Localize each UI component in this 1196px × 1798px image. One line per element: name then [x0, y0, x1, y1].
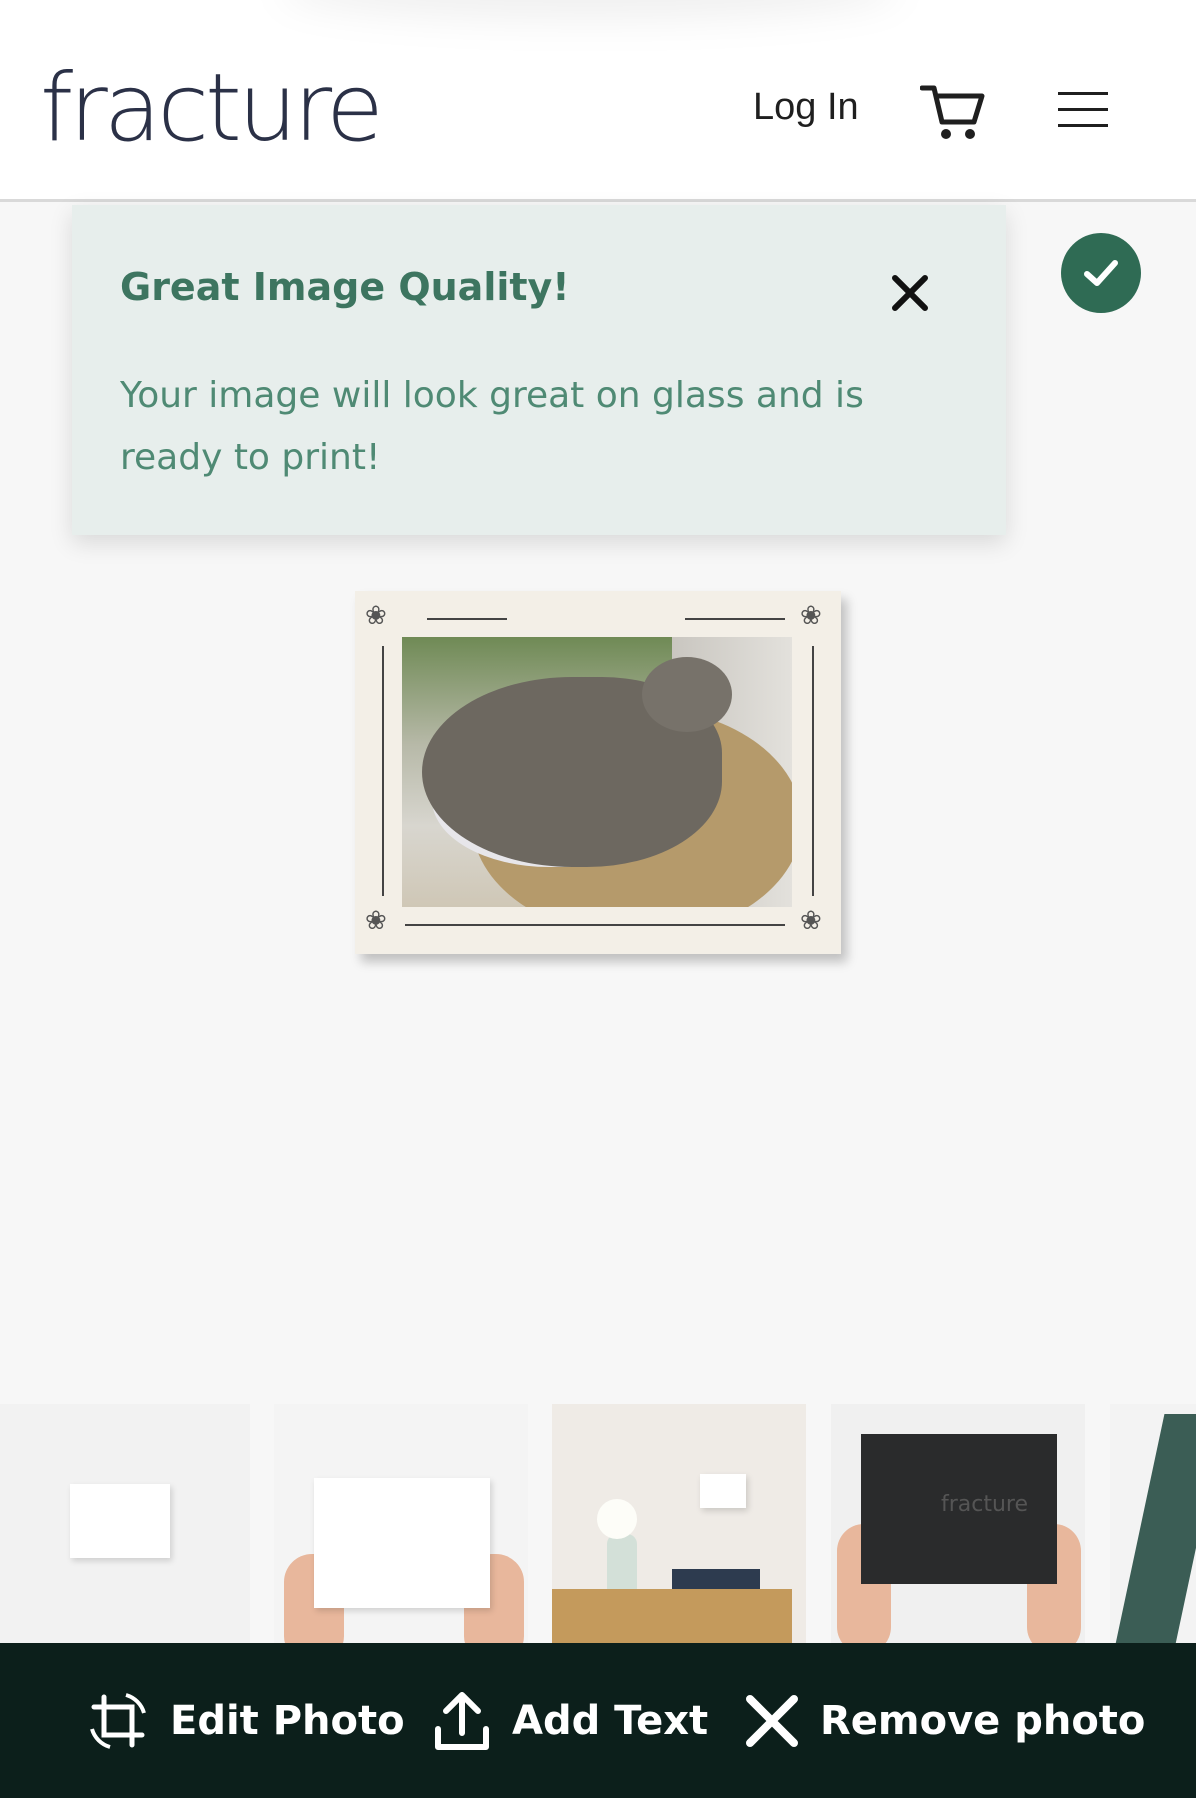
frame-line: [685, 618, 785, 620]
edit-photo-button[interactable]: Edit Photo: [86, 1643, 405, 1798]
check-icon: [1084, 260, 1118, 286]
frame-line: [812, 646, 814, 896]
cat-photo: [402, 637, 792, 907]
frame-line: [382, 646, 384, 896]
frame-line: [427, 618, 507, 620]
tooltip-title: Great Image Quality!: [120, 265, 570, 309]
hamburger-menu-icon[interactable]: [1058, 92, 1108, 132]
preview-thumbnail-strip[interactable]: fracture: [0, 1404, 1196, 1644]
frame-line: [405, 924, 785, 926]
thumbnail-wall[interactable]: [0, 1404, 250, 1644]
fracture-logo[interactable]: fracture: [40, 62, 384, 156]
thumbnail-hands[interactable]: [274, 1404, 528, 1644]
close-icon: [746, 1694, 798, 1747]
remove-photo-button[interactable]: Remove photo: [744, 1643, 1145, 1798]
paw-icon: ❀: [800, 906, 822, 936]
quality-check-badge[interactable]: [1061, 233, 1141, 313]
image-quality-tooltip: Great Image Quality! Your image will loo…: [72, 205, 1006, 535]
header-shadow: [280, 0, 900, 20]
add-text-label: Add Text: [512, 1697, 709, 1744]
action-bar: Edit Photo Add Text Remove photo: [0, 1643, 1196, 1798]
thumbnail-partial[interactable]: [1110, 1404, 1196, 1644]
print-preview[interactable]: ❀ ❀ ❀ ❀: [355, 591, 841, 954]
tooltip-message: Your image will look great on glass and …: [120, 375, 864, 478]
cart-icon[interactable]: [919, 82, 986, 142]
paw-icon: ❀: [800, 601, 822, 631]
crop-rotate-icon: [90, 1692, 146, 1749]
packaging-logo: fracture: [941, 1492, 1029, 1517]
site-header: fracture Log In: [0, 0, 1196, 202]
upload-icon: [435, 1691, 489, 1750]
edit-photo-label: Edit Photo: [170, 1697, 405, 1744]
paw-icon: ❀: [365, 906, 387, 936]
close-icon[interactable]: [890, 273, 930, 313]
remove-photo-label: Remove photo: [820, 1697, 1146, 1744]
thumbnail-shelf[interactable]: [552, 1404, 806, 1644]
thumbnail-packaging[interactable]: fracture: [831, 1404, 1085, 1644]
add-text-button[interactable]: Add Text: [432, 1643, 708, 1798]
login-link[interactable]: Log In: [753, 86, 859, 129]
paw-icon: ❀: [365, 601, 387, 631]
